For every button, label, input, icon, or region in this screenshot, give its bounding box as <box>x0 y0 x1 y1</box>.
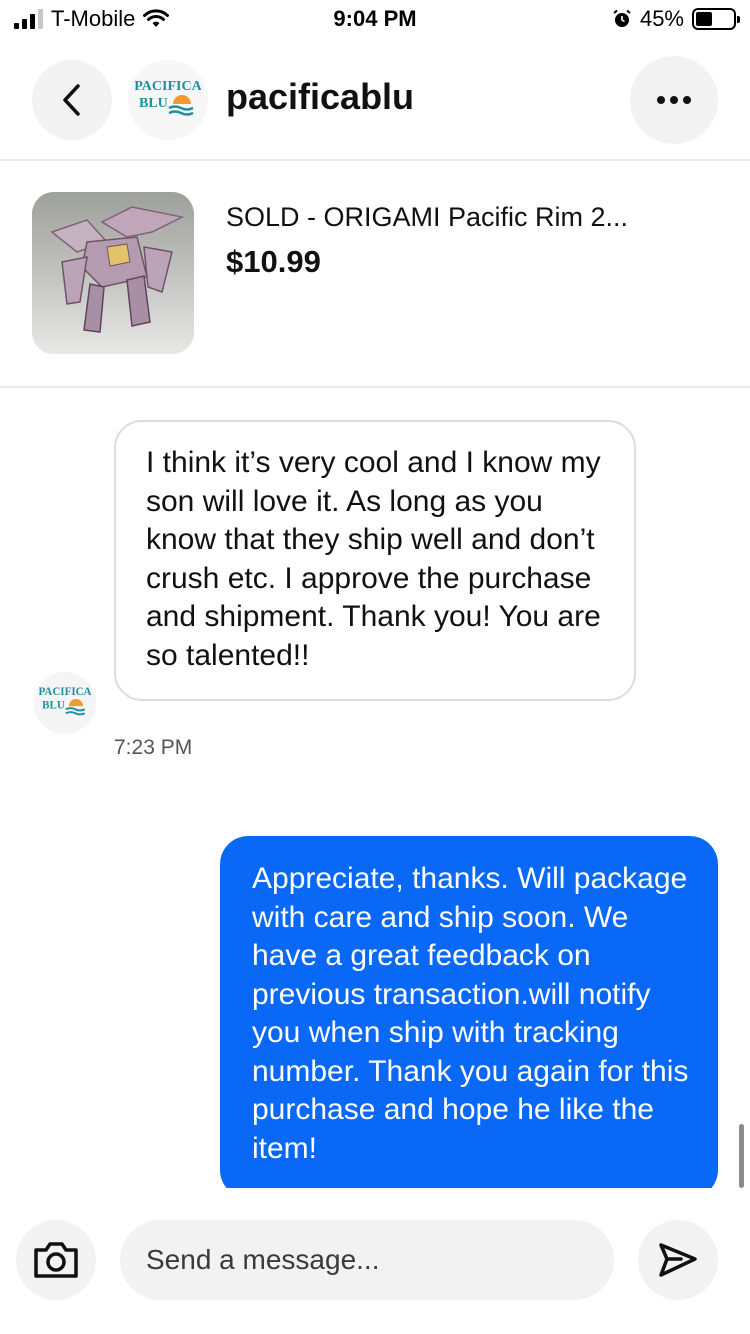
seller-name[interactable]: pacificablu <box>226 76 414 118</box>
origami-robot-image <box>32 192 194 354</box>
send-icon <box>659 1243 697 1277</box>
outgoing-message-viewport: Appreciate, thanks. Will package with ca… <box>220 836 718 1188</box>
item-price: $10.99 <box>226 244 321 279</box>
scrollbar[interactable] <box>739 1124 744 1188</box>
message-input[interactable] <box>120 1220 614 1300</box>
item-title[interactable]: SOLD - ORIGAMI Pacific Rim 2... <box>226 202 666 233</box>
conversation-header: PACIFICA BLU pacificablu <box>0 56 750 146</box>
item-divider <box>0 386 750 388</box>
item-thumbnail[interactable] <box>32 192 194 354</box>
message-timestamp: 7:23 PM <box>114 736 193 759</box>
outgoing-message-bubble[interactable]: Appreciate, thanks. Will package with ca… <box>220 836 718 1188</box>
chevron-left-icon <box>63 84 80 116</box>
more-button[interactable] <box>630 56 718 144</box>
incoming-message-bubble[interactable]: I think it’s very cool and I know my son… <box>114 420 636 701</box>
svg-text:BLU: BLU <box>42 700 65 712</box>
camera-icon <box>34 1242 78 1278</box>
battery-percent: 45% <box>639 6 684 31</box>
camera-button[interactable] <box>16 1220 96 1300</box>
svg-text:PACIFICA: PACIFICA <box>39 686 91 698</box>
status-bar: T-Mobile 9:04 PM 45% <box>0 0 750 44</box>
send-button[interactable] <box>638 1220 718 1300</box>
pacifica-blu-logo: PACIFICA BLU <box>39 686 91 716</box>
pacifica-blu-logo: PACIFICA BLU <box>135 79 201 116</box>
more-horizontal-icon <box>657 96 691 104</box>
battery-fill <box>696 12 713 26</box>
svg-text:PACIFICA: PACIFICA <box>135 79 201 94</box>
sender-avatar[interactable]: PACIFICA BLU <box>34 672 96 734</box>
seller-avatar[interactable]: PACIFICA BLU <box>128 60 208 140</box>
back-button[interactable] <box>32 60 112 140</box>
battery-icon <box>692 8 740 30</box>
alarm-icon <box>613 9 631 27</box>
header-divider <box>0 159 750 161</box>
status-right: 45% <box>612 6 740 32</box>
svg-text:BLU: BLU <box>139 96 168 111</box>
